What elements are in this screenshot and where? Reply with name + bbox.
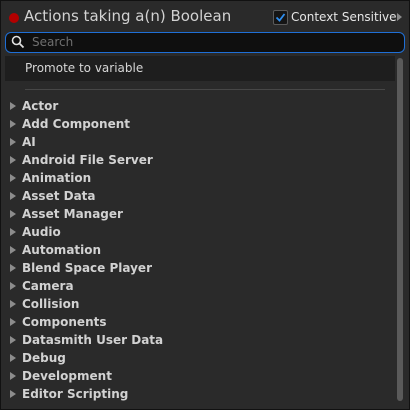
- category-item[interactable]: Debug: [5, 349, 395, 367]
- category-label: Add Component: [22, 117, 130, 131]
- pin-type-icon: [9, 13, 19, 23]
- expand-arrow-icon[interactable]: [10, 246, 16, 254]
- expand-arrow-icon[interactable]: [10, 156, 16, 164]
- category-label: Blend Space Player: [22, 261, 152, 275]
- expand-arrow-icon[interactable]: [10, 138, 16, 146]
- category-label: Datasmith User Data: [22, 333, 164, 347]
- scrollbar-thumb[interactable]: [397, 58, 403, 401]
- category-label: Audio: [22, 225, 61, 239]
- promote-label: Promote to variable: [25, 61, 144, 75]
- search-input[interactable]: [32, 34, 392, 50]
- expand-arrow-icon[interactable]: [10, 354, 16, 362]
- header: Actions taking a(n) Boolean Context Sens…: [1, 1, 409, 33]
- expand-arrow-icon[interactable]: [10, 210, 16, 218]
- category-label: AI: [22, 135, 36, 149]
- category-label: Actor: [22, 99, 59, 113]
- action-list: Promote to variable Actor Add Component AI…: [5, 56, 395, 406]
- expand-arrow-icon[interactable]: [10, 102, 16, 110]
- expand-arrow-icon[interactable]: [10, 120, 16, 128]
- category-label: Asset Manager: [22, 207, 123, 221]
- menu-title: Actions taking a(n) Boolean: [24, 7, 232, 25]
- expand-arrow-icon[interactable]: [10, 336, 16, 344]
- category-item[interactable]: Development: [5, 367, 395, 385]
- category-item[interactable]: Datasmith User Data: [5, 331, 395, 349]
- category-item[interactable]: Camera: [5, 277, 395, 295]
- category-item[interactable]: Animation: [5, 169, 395, 187]
- category-label: Automation: [22, 243, 102, 257]
- expand-arrow-icon[interactable]: [10, 318, 16, 326]
- promote-to-variable-item[interactable]: Promote to variable: [5, 56, 395, 81]
- category-label: Android File Server: [22, 153, 153, 167]
- category-label: Collision: [22, 297, 80, 311]
- category-item[interactable]: Android File Server: [5, 151, 395, 169]
- expand-arrow-icon[interactable]: [10, 372, 16, 380]
- context-sensitive-label[interactable]: Context Sensitive: [291, 10, 397, 24]
- divider: [25, 89, 385, 90]
- checkmark-icon: [275, 13, 286, 22]
- expand-arrow-icon[interactable]: [10, 264, 16, 272]
- category-label: Animation: [22, 171, 92, 185]
- category-item[interactable]: Blend Space Player: [5, 259, 395, 277]
- expand-arrow-icon[interactable]: [10, 300, 16, 308]
- category-label: Camera: [22, 279, 74, 293]
- category-item[interactable]: Components: [5, 313, 395, 331]
- category-label: Development: [22, 369, 112, 383]
- category-item[interactable]: Automation: [5, 241, 395, 259]
- category-item[interactable]: Editor Scripting: [5, 385, 395, 403]
- search-icon: [11, 35, 25, 49]
- category-label: Editor Scripting: [22, 387, 129, 401]
- expand-arrow-icon[interactable]: [10, 192, 16, 200]
- expand-arrow-icon[interactable]: [10, 282, 16, 290]
- expand-arrow-icon[interactable]: [10, 390, 16, 398]
- category-item[interactable]: Asset Manager: [5, 205, 395, 223]
- search-box[interactable]: [5, 32, 405, 53]
- category-label: Debug: [22, 351, 66, 365]
- category-item[interactable]: Actor: [5, 97, 395, 115]
- scrollbar[interactable]: [397, 56, 405, 401]
- expand-arrow-icon[interactable]: [10, 228, 16, 236]
- category-item[interactable]: Collision: [5, 295, 395, 313]
- category-label: Asset Data: [22, 189, 96, 203]
- category-item[interactable]: Audio: [5, 223, 395, 241]
- action-menu-panel: Actions taking a(n) Boolean Context Sens…: [0, 0, 410, 410]
- category-item[interactable]: Asset Data: [5, 187, 395, 205]
- category-item[interactable]: Add Component: [5, 115, 395, 133]
- category-item[interactable]: AI: [5, 133, 395, 151]
- context-sensitive-checkbox[interactable]: [273, 10, 288, 25]
- chevron-right-icon[interactable]: [397, 13, 402, 21]
- category-label: Components: [22, 315, 107, 329]
- expand-arrow-icon[interactable]: [10, 174, 16, 182]
